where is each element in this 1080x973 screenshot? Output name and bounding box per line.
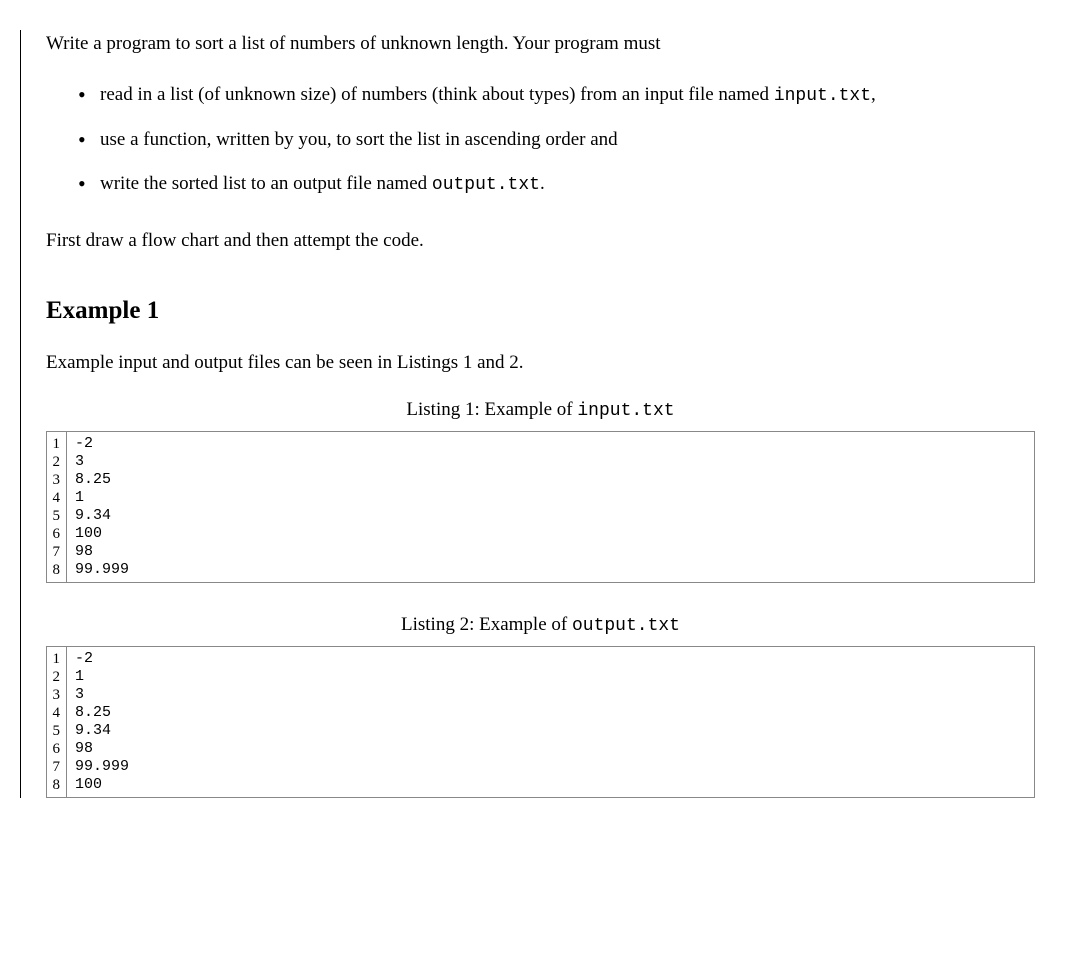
flow-note: First draw a flow chart and then attempt… bbox=[46, 227, 1035, 256]
code-line: -2 bbox=[75, 435, 1026, 453]
code-listing-input: 1 2 3 4 5 6 7 8 -2 3 8.25 1 9.34 100 98 … bbox=[46, 431, 1035, 583]
line-number: 8 bbox=[51, 776, 60, 794]
line-number: 3 bbox=[51, 686, 60, 704]
code-line: 100 bbox=[75, 776, 1026, 794]
caption-code: input.txt bbox=[577, 401, 674, 421]
line-number: 7 bbox=[51, 758, 60, 776]
code-line: 1 bbox=[75, 668, 1026, 686]
line-number: 1 bbox=[51, 435, 60, 453]
code-filename: input.txt bbox=[774, 86, 871, 106]
code-line: 98 bbox=[75, 740, 1026, 758]
code-line: -2 bbox=[75, 650, 1026, 668]
listing-caption: Listing 2: Example of output.txt bbox=[46, 611, 1035, 640]
code-line: 99.999 bbox=[75, 758, 1026, 776]
line-number: 3 bbox=[51, 471, 60, 489]
bullet-item: use a function, written by you, to sort … bbox=[84, 126, 1035, 155]
bullet-item: write the sorted list to an output file … bbox=[84, 170, 1035, 199]
caption-text: Listing 2: Example of bbox=[401, 614, 572, 635]
code-content: -2 3 8.25 1 9.34 100 98 99.999 bbox=[67, 432, 1034, 582]
line-number: 7 bbox=[51, 543, 60, 561]
code-line: 9.34 bbox=[75, 722, 1026, 740]
line-numbers: 1 2 3 4 5 6 7 8 bbox=[47, 432, 67, 582]
code-line: 99.999 bbox=[75, 561, 1026, 579]
code-line: 8.25 bbox=[75, 704, 1026, 722]
caption-text: Listing 1: Example of bbox=[406, 399, 577, 420]
bullet-item: read in a list (of unknown size) of numb… bbox=[84, 81, 1035, 110]
line-number: 6 bbox=[51, 740, 60, 758]
code-line: 3 bbox=[75, 686, 1026, 704]
line-number: 1 bbox=[51, 650, 60, 668]
bullet-text-post: , bbox=[871, 84, 876, 105]
code-line: 1 bbox=[75, 489, 1026, 507]
line-number: 4 bbox=[51, 704, 60, 722]
code-listing-output: 1 2 3 4 5 6 7 8 -2 1 3 8.25 9.34 98 99.9… bbox=[46, 646, 1035, 798]
code-filename: output.txt bbox=[432, 175, 540, 195]
document-content: Write a program to sort a list of number… bbox=[20, 30, 1035, 798]
caption-code: output.txt bbox=[572, 616, 680, 636]
bullet-text: read in a list (of unknown size) of numb… bbox=[100, 84, 774, 105]
line-number: 2 bbox=[51, 453, 60, 471]
line-number: 4 bbox=[51, 489, 60, 507]
code-line: 3 bbox=[75, 453, 1026, 471]
line-number: 2 bbox=[51, 668, 60, 686]
example-description: Example input and output files can be se… bbox=[46, 349, 1035, 378]
line-numbers: 1 2 3 4 5 6 7 8 bbox=[47, 647, 67, 797]
code-line: 8.25 bbox=[75, 471, 1026, 489]
line-number: 5 bbox=[51, 507, 60, 525]
code-line: 9.34 bbox=[75, 507, 1026, 525]
line-number: 8 bbox=[51, 561, 60, 579]
bullet-text: write the sorted list to an output file … bbox=[100, 173, 432, 194]
code-line: 100 bbox=[75, 525, 1026, 543]
section-heading: Example 1 bbox=[46, 292, 1035, 330]
code-content: -2 1 3 8.25 9.34 98 99.999 100 bbox=[67, 647, 1034, 797]
code-line: 98 bbox=[75, 543, 1026, 561]
intro-paragraph: Write a program to sort a list of number… bbox=[46, 30, 1035, 59]
bullet-text-post: . bbox=[540, 173, 545, 194]
requirements-list: read in a list (of unknown size) of numb… bbox=[46, 81, 1035, 200]
listing-caption: Listing 1: Example of input.txt bbox=[46, 396, 1035, 425]
line-number: 5 bbox=[51, 722, 60, 740]
bullet-text: use a function, written by you, to sort … bbox=[100, 129, 618, 150]
line-number: 6 bbox=[51, 525, 60, 543]
